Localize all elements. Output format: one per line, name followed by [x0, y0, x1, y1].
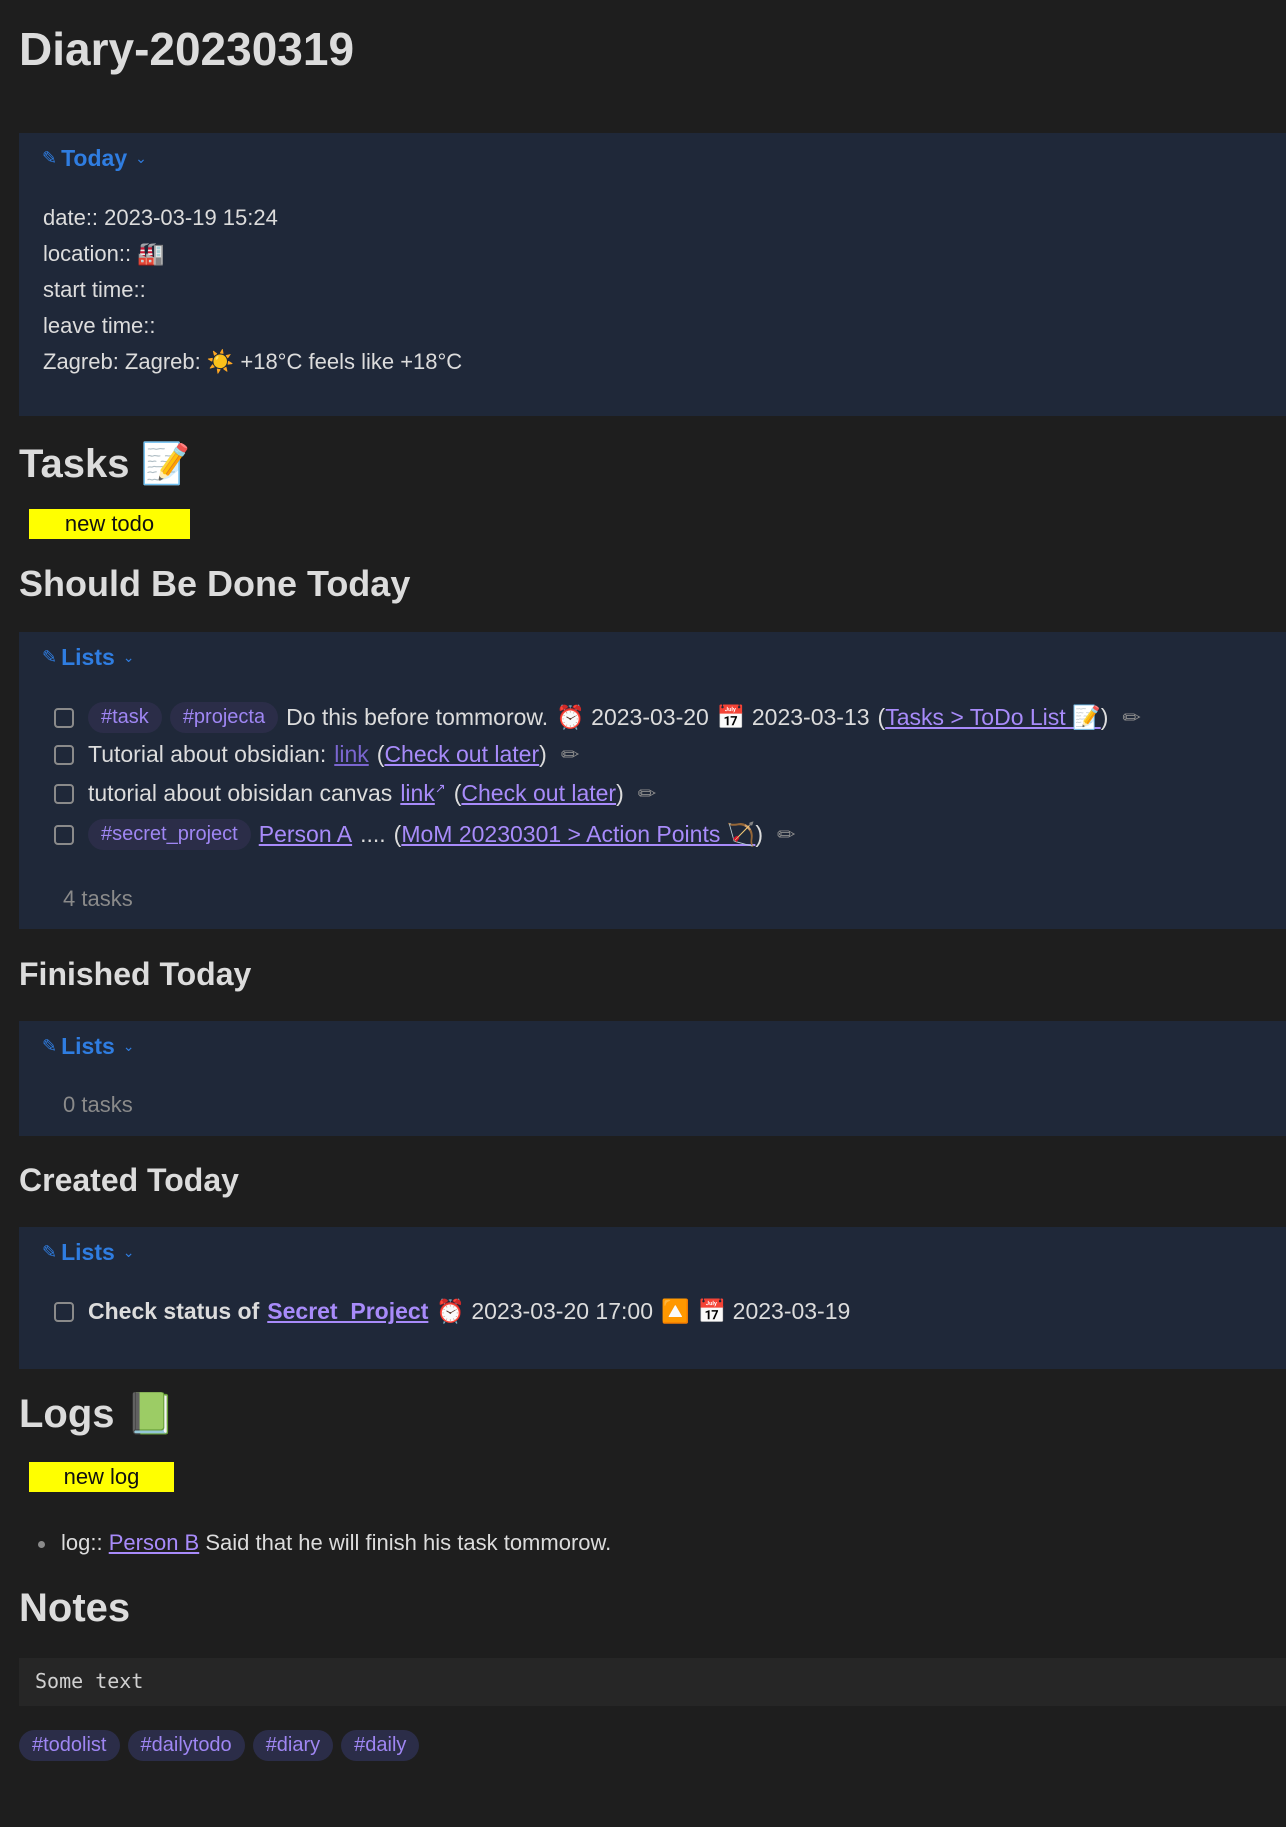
- finished-callout: ✎ Lists ⌄ 0 tasks: [19, 1021, 1286, 1136]
- new-todo-button[interactable]: new todo: [29, 509, 190, 539]
- tag-dailytodo[interactable]: #dailytodo: [127, 1730, 245, 1761]
- tag-todolist[interactable]: #todolist: [19, 1730, 120, 1761]
- edit-pencil-icon[interactable]: ✏: [1122, 705, 1140, 731]
- edit-pencil-icon[interactable]: ✏: [638, 781, 656, 807]
- log-item: log:: Person B Said that he will finish …: [38, 1530, 611, 1556]
- location-field: location:: 🏭: [43, 241, 165, 266]
- external-link-icon: ↗: [434, 780, 446, 796]
- callout-title-lists[interactable]: ✎ Lists ⌄: [42, 1033, 135, 1060]
- chevron-down-icon: ⌄: [122, 649, 135, 665]
- inline-link[interactable]: link: [334, 741, 369, 768]
- leave-time-field: leave time::: [43, 313, 156, 338]
- source-link-wrap: (Tasks > ToDo List 📝): [877, 704, 1109, 730]
- project-link[interactable]: Secret_Project: [267, 1298, 428, 1325]
- date-field: date:: 2023-03-19 15:24: [43, 205, 278, 230]
- created-today-heading: Created Today: [19, 1162, 239, 1198]
- code-text: Some text: [35, 1669, 144, 1693]
- task-text: Do this before tommorow.: [286, 704, 549, 730]
- scheduled-date: 📅 2023-03-13: [716, 704, 870, 730]
- tag-diary[interactable]: #diary: [252, 1730, 334, 1761]
- task-item: tutorial about obisidan canvas link↗ (Ch…: [54, 780, 656, 807]
- notes-heading: Notes: [19, 1586, 131, 1630]
- task-item: Check status of Secret_Project ⏰ 2023-03…: [54, 1298, 850, 1325]
- finished-today-heading: Finished Today: [19, 956, 252, 992]
- task-checkbox[interactable]: [54, 783, 74, 804]
- callout-title-label: Lists: [61, 644, 115, 670]
- today-callout: ✎ Today ⌄ date:: 2023-03-19 15:24 locati…: [19, 133, 1286, 416]
- log-prefix: log::: [61, 1530, 103, 1555]
- tag-secret-project[interactable]: #secret_project: [88, 819, 251, 850]
- weather-field: Zagreb: Zagreb: ☀️ +18°C feels like +18°…: [43, 349, 463, 374]
- footer-tags: #todolist #dailytodo #diary #daily: [19, 1730, 420, 1761]
- source-link[interactable]: Check out later: [461, 780, 616, 806]
- source-link-wrap: (Check out later): [376, 741, 547, 767]
- task-text: Check status of: [88, 1298, 260, 1324]
- tag-projecta[interactable]: #projecta: [169, 702, 279, 733]
- logs-heading: Logs 📗: [19, 1392, 176, 1436]
- task-checkbox[interactable]: [54, 707, 74, 728]
- priority-icon: 🔼: [660, 1298, 690, 1324]
- task-count: 4 tasks: [63, 886, 133, 911]
- should-callout: ✎ Lists ⌄ #task #projecta Do this before…: [19, 632, 1286, 929]
- task-checkbox[interactable]: [54, 824, 74, 845]
- log-text: Said that he will finish his task tommor…: [205, 1530, 612, 1555]
- pencil-icon: ✎: [42, 1036, 58, 1056]
- task-item: #secret_project Person A .... (MoM 20230…: [54, 819, 795, 850]
- task-checkbox[interactable]: [54, 1301, 74, 1322]
- callout-title-label: Lists: [61, 1033, 115, 1059]
- created-date: 📅 2023-03-19: [697, 1298, 851, 1324]
- task-count: 0 tasks: [63, 1092, 133, 1117]
- task-checkbox[interactable]: [54, 744, 74, 765]
- person-link[interactable]: Person B: [109, 1530, 200, 1555]
- due-date: ⏰ 2023-03-20: [556, 704, 709, 730]
- external-link[interactable]: link: [400, 780, 435, 806]
- due-date: ⏰ 2023-03-20 17:00: [436, 1298, 653, 1324]
- task-item: Tutorial about obsidian: link (Check out…: [54, 741, 579, 768]
- tasks-heading: Tasks 📝: [19, 442, 191, 486]
- tag-daily[interactable]: #daily: [341, 1730, 420, 1761]
- source-link[interactable]: Check out later: [384, 741, 539, 767]
- task-item: #task #projecta Do this before tommorow.…: [54, 702, 1141, 733]
- person-link[interactable]: Person A: [259, 821, 352, 848]
- task-text: ....: [360, 821, 386, 847]
- chevron-down-icon: ⌄: [135, 150, 147, 166]
- edit-pencil-icon[interactable]: ✏: [777, 822, 795, 848]
- created-callout: ✎ Lists ⌄ Check status of Secret_Project…: [19, 1227, 1286, 1369]
- source-link[interactable]: Tasks > ToDo List 📝: [885, 704, 1101, 730]
- pencil-icon: ✎: [42, 148, 58, 168]
- external-link-wrap: link↗: [400, 780, 445, 807]
- callout-title-label: Today: [61, 145, 128, 171]
- chevron-down-icon: ⌄: [122, 1038, 135, 1054]
- chevron-down-icon: ⌄: [122, 1244, 135, 1260]
- code-block[interactable]: Some text: [19, 1658, 1286, 1706]
- bullet-dot: [38, 1540, 45, 1548]
- task-text: Tutorial about obsidian:: [88, 741, 327, 767]
- callout-title-today[interactable]: ✎ Today ⌄: [42, 145, 147, 172]
- callout-title-label: Lists: [61, 1239, 115, 1265]
- start-time-field: start time::: [43, 277, 146, 302]
- pencil-icon: ✎: [42, 647, 58, 667]
- callout-title-lists[interactable]: ✎ Lists ⌄: [42, 644, 135, 671]
- source-link[interactable]: MoM 20230301 > Action Points 🏹: [401, 821, 755, 847]
- source-link-wrap: (MoM 20230301 > Action Points 🏹): [393, 821, 764, 847]
- edit-pencil-icon[interactable]: ✏: [561, 742, 579, 768]
- callout-title-lists[interactable]: ✎ Lists ⌄: [42, 1239, 135, 1266]
- pencil-icon: ✎: [42, 1242, 58, 1262]
- should-be-done-heading: Should Be Done Today: [19, 563, 411, 604]
- tag-task[interactable]: #task: [88, 702, 162, 733]
- new-log-button[interactable]: new log: [29, 1462, 174, 1492]
- source-link-wrap: (Check out later): [453, 780, 624, 806]
- page-title: Diary-20230319: [19, 23, 355, 75]
- task-text: tutorial about obisidan canvas: [88, 780, 393, 806]
